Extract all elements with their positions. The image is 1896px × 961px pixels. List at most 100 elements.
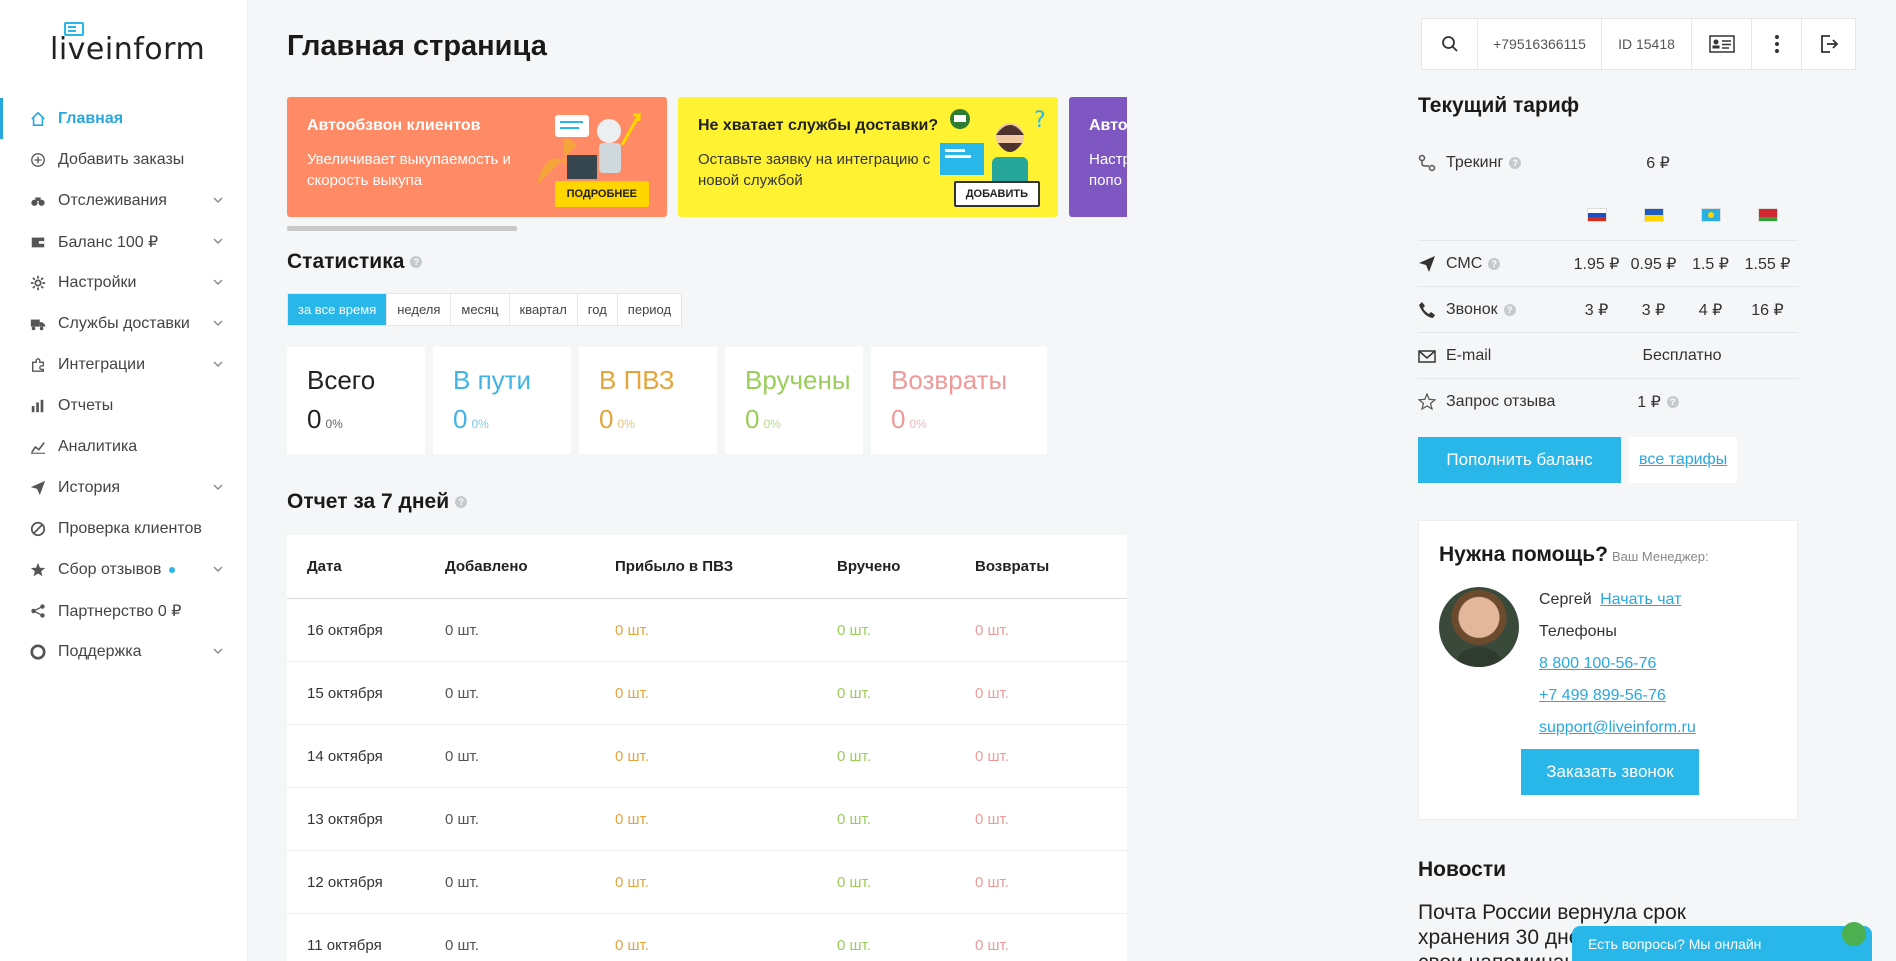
chevron-down-icon[interactable] <box>212 481 224 493</box>
sidebar-item[interactable]: Главная <box>0 98 248 139</box>
table-cell: 0 шт. <box>445 747 479 765</box>
table-row: 11 октября 0 шт. 0 шт. 0 шт. 0 шт. <box>287 914 1127 961</box>
stat-label: Всего <box>307 365 376 395</box>
stat-card[interactable]: Всего 0 0% <box>287 347 425 454</box>
table-column-header: Вручено <box>837 558 901 575</box>
chat-widget[interactable]: Есть вопросы? Мы онлайн <box>1572 922 1872 961</box>
sidebar-item-label: Аналитика <box>58 437 138 455</box>
sidebar-item[interactable]: Аналитика <box>0 426 248 467</box>
sidebar-item[interactable]: Настройки <box>0 262 248 303</box>
help-icon[interactable]: ? <box>410 256 423 269</box>
search-button[interactable] <box>1422 19 1478 69</box>
support-phone-link[interactable]: 8 800 100-56-76 <box>1539 655 1656 673</box>
table-row: 16 октября 0 шт. 0 шт. 0 шт. 0 шт. <box>287 599 1127 662</box>
carousel-scrollbar[interactable] <box>287 226 517 231</box>
sidebar-item[interactable]: Поддержка <box>0 631 248 672</box>
support-email-link[interactable]: support@liveinform.ru <box>1539 719 1696 737</box>
stat-count: 0 <box>599 404 614 434</box>
manager-name: Сергей <box>1539 591 1592 608</box>
order-call-button[interactable]: Заказать звонок <box>1521 749 1699 795</box>
help-card: Нужна помощь? Ваш Менеджер: Сергей Начать… <box>1418 520 1798 820</box>
chevron-down-icon[interactable] <box>212 317 224 329</box>
banner-autocall[interactable]: Автообзвон клиентов Увеличивает выкупаем… <box>287 97 667 217</box>
tariff-call-value: 16 ₽ <box>1751 301 1784 319</box>
table-cell: 0 шт. <box>975 873 1009 891</box>
support-phone-link[interactable]: +7 499 899-56-76 <box>1539 687 1666 705</box>
table-column-header: Дата <box>307 558 342 575</box>
table-cell: 0 шт. <box>975 684 1009 702</box>
profile-button[interactable] <box>1692 19 1752 69</box>
help-icon[interactable]: ? <box>1666 396 1679 409</box>
stat-percent: 0% <box>617 417 635 431</box>
more-menu-button[interactable] <box>1752 19 1802 69</box>
account-id[interactable]: ID 15418 <box>1602 19 1692 69</box>
stat-card[interactable]: Возвраты 0 0% <box>871 347 1047 454</box>
plus-circle-icon <box>30 152 46 168</box>
sidebar-item[interactable]: Службы доставки <box>0 303 248 344</box>
stat-percent: 0% <box>909 417 927 431</box>
top-toolbar: +79516366115 ID 15418 <box>1421 18 1856 70</box>
flag-ua-icon <box>1643 208 1664 222</box>
all-tariffs-link[interactable]: все тарифы <box>1629 437 1738 483</box>
period-tab[interactable]: за все время <box>288 294 388 325</box>
table-cell: 0 шт. <box>837 621 871 639</box>
start-chat-link[interactable]: Начать чат <box>1600 591 1681 608</box>
table-row: 12 октября 0 шт. 0 шт. 0 шт. 0 шт. <box>287 851 1127 914</box>
tariff-email-value: Бесплатно <box>1642 346 1722 364</box>
stat-count: 0 <box>745 404 760 434</box>
banner-text: Оставьте заявку на интеграцию с новой сл… <box>698 151 931 189</box>
banner-add-button[interactable]: ДОБАВИТЬ <box>953 181 1040 207</box>
account-phone[interactable]: +79516366115 <box>1478 19 1602 69</box>
sidebar-item[interactable]: Интеграции <box>0 344 248 385</box>
banner-more-button[interactable]: ПОДРОБНЕЕ <box>554 181 649 207</box>
help-icon[interactable]: ? <box>1509 157 1522 169</box>
table-cell: 0 шт. <box>445 684 479 702</box>
tariff-call-row: Звонок? 3 ₽ 3 ₽ 4 ₽ 16 ₽ <box>1418 286 1798 332</box>
table-cell: 11 октября <box>307 936 382 954</box>
sidebar-item[interactable]: История <box>0 467 248 508</box>
sidebar-item-label: Партнерство 0 ₽ <box>58 602 182 620</box>
period-tab[interactable]: неделя <box>387 294 452 325</box>
period-tab[interactable]: период <box>618 294 681 325</box>
sidebar-item[interactable]: Сбор отзывов <box>0 549 248 590</box>
period-tab[interactable]: месяц <box>451 294 510 325</box>
period-tab[interactable]: квартал <box>510 294 578 325</box>
sidebar-item-label: Поддержка <box>58 642 142 660</box>
help-icon[interactable]: ? <box>1503 303 1516 316</box>
chevron-down-icon[interactable] <box>212 276 224 288</box>
stat-card[interactable]: Вручены 0 0% <box>725 347 863 454</box>
help-icon[interactable]: ? <box>1488 257 1501 270</box>
stat-value: 0 0% <box>891 404 1027 435</box>
topup-balance-button[interactable]: Пополнить баланс <box>1418 437 1621 483</box>
logout-button[interactable] <box>1802 19 1855 69</box>
sidebar-item[interactable]: Добавить заказы <box>0 139 248 180</box>
stat-card[interactable]: В пути 0 0% <box>433 347 571 454</box>
chevron-down-icon[interactable] <box>212 194 224 206</box>
sidebar-item[interactable]: Отслеживания <box>0 180 248 221</box>
table-column-header: Добавлено <box>445 558 528 575</box>
promo-carousel[interactable]: Автообзвон клиентов Увеличивает выкупаем… <box>287 97 1127 217</box>
sidebar-item[interactable]: Отчеты <box>0 385 248 426</box>
chevron-down-icon[interactable] <box>212 563 224 575</box>
stat-card[interactable]: В ПВЗ 0 0% <box>579 347 717 454</box>
chevron-down-icon[interactable] <box>212 358 224 370</box>
tariff-sms-value: 0.95 ₽ <box>1630 255 1677 273</box>
chevron-down-icon[interactable] <box>212 645 224 657</box>
sidebar-item-label: Интеграции <box>58 355 146 373</box>
tariff-review-value: 1 ₽ <box>1637 393 1661 411</box>
sidebar-item[interactable]: Проверка клиентов <box>0 508 248 549</box>
period-tab[interactable]: год <box>578 294 618 325</box>
help-icon[interactable]: ? <box>455 496 468 509</box>
banner-delivery[interactable]: Не хватает службы доставки? Оставьте зая… <box>678 97 1058 217</box>
sidebar-item[interactable]: Баланс 100 ₽ <box>0 221 248 262</box>
sidebar-item[interactable]: Партнерство 0 ₽ <box>0 590 248 631</box>
logo[interactable]: liveinform <box>50 22 205 72</box>
flag-by-icon <box>1757 208 1778 222</box>
stat-label: Вручены <box>745 365 851 395</box>
chevron-down-icon[interactable] <box>212 235 224 247</box>
banner-partial[interactable]: Авто Настр попо <box>1069 97 1127 217</box>
notification-dot <box>169 566 176 573</box>
table-cell: 0 шт. <box>445 810 479 828</box>
tariff-sms-label: СМС <box>1446 254 1483 272</box>
phone-icon <box>1418 301 1436 319</box>
